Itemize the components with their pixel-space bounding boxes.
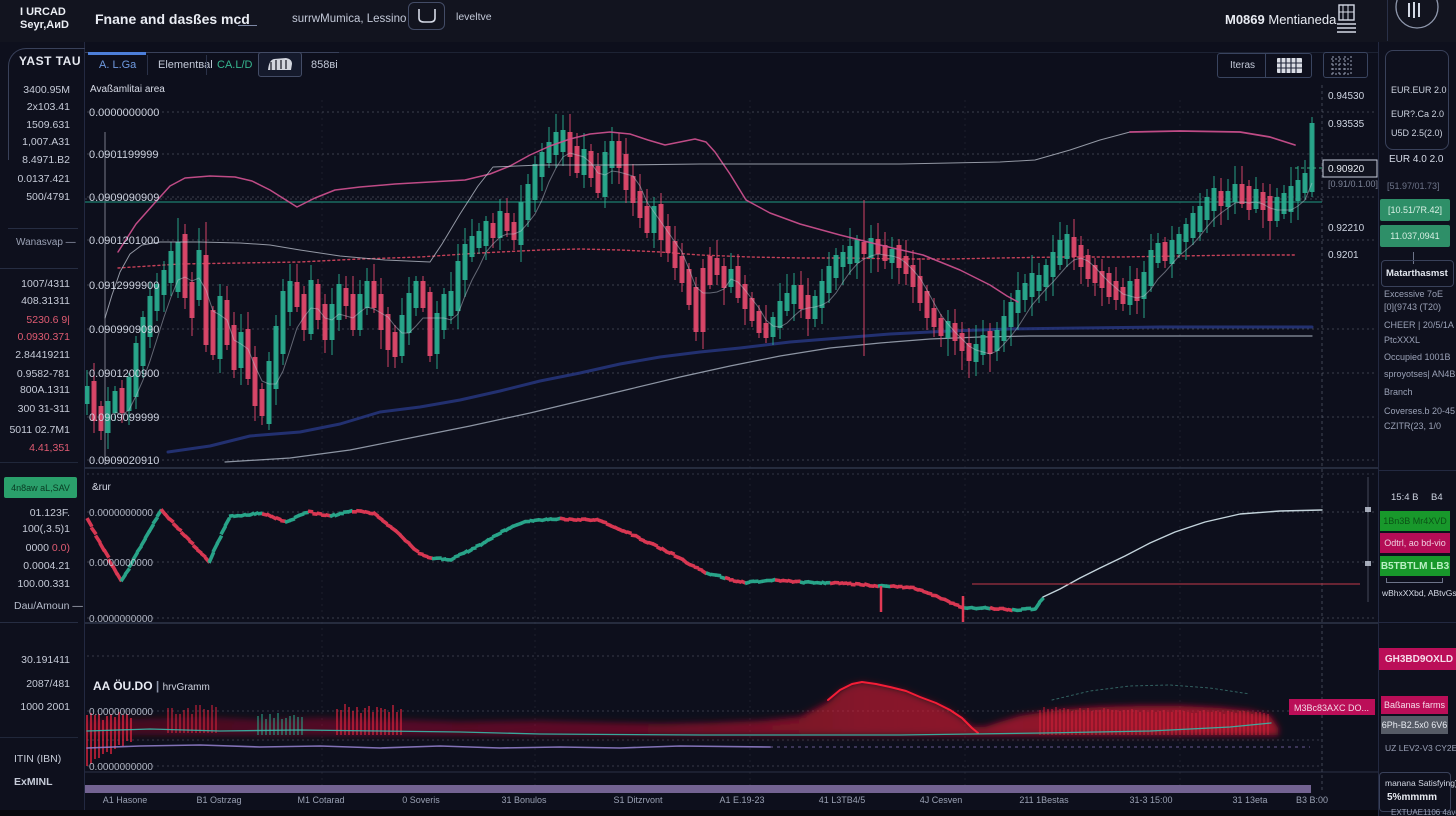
svg-text:31 13eta: 31 13eta [1232,795,1267,805]
svg-text:B1 Ostrzag: B1 Ostrzag [196,795,241,805]
svg-text:B3 B:00: B3 B:00 [1296,795,1328,805]
svg-text:Avaßamlitai area: Avaßamlitai area [90,84,165,95]
svg-text:0.0901199999: 0.0901199999 [89,149,159,161]
svg-text:0.0901201000: 0.0901201000 [89,235,159,247]
svg-text:0.0912999900: 0.0912999900 [89,280,159,292]
svg-text:0.0909909090: 0.0909909090 [89,324,159,336]
svg-text:31-3 15:00: 31-3 15:00 [1129,795,1172,805]
svg-text:0 Soveris: 0 Soveris [402,795,440,805]
svg-text:&rur: &rur [92,482,112,493]
svg-text:0.90920: 0.90920 [1328,164,1365,175]
svg-text:0.0909020910: 0.0909020910 [89,455,159,467]
svg-text:S1 Ditzrvont: S1 Ditzrvont [613,795,663,805]
svg-text:A1 Hasone: A1 Hasone [103,795,148,805]
svg-text:0.93535: 0.93535 [1328,119,1365,130]
svg-text:0.92210: 0.92210 [1328,223,1365,234]
svg-text:41 L3TB4/5: 41 L3TB4/5 [819,795,866,805]
svg-text:A1 E.19-23: A1 E.19-23 [719,795,764,805]
svg-text:0.0000000000: 0.0000000000 [89,614,153,625]
svg-text:211 1Bestas: 211 1Bestas [1019,795,1069,805]
svg-text:[0.91/0.1.00]: [0.91/0.1.00] [1328,179,1378,189]
svg-text:0.0000000000: 0.0000000000 [89,508,153,519]
svg-text:0.94530: 0.94530 [1328,91,1365,102]
svg-text:0.0909099999: 0.0909099999 [89,412,159,424]
svg-text:0.0000000000: 0.0000000000 [89,762,153,773]
svg-text:0.0000000000: 0.0000000000 [89,707,153,718]
svg-text:31 Bonulos: 31 Bonulos [501,795,547,805]
svg-text:AA ÖU.DO | hrvGramm: AA ÖU.DO | hrvGramm [93,678,210,693]
svg-text:M3Bc83AXC DO...: M3Bc83AXC DO... [1294,703,1369,713]
svg-text:0.9201: 0.9201 [1328,250,1359,261]
svg-text:0.0000000000: 0.0000000000 [89,558,153,569]
svg-text:4J Cesven: 4J Cesven [920,795,963,805]
svg-text:M1 Cotarad: M1 Cotarad [297,795,344,805]
svg-text:0.0909090909: 0.0909090909 [89,192,159,204]
svg-text:0.0000000000: 0.0000000000 [89,107,159,119]
svg-text:0.0901200900: 0.0901200900 [89,368,159,380]
